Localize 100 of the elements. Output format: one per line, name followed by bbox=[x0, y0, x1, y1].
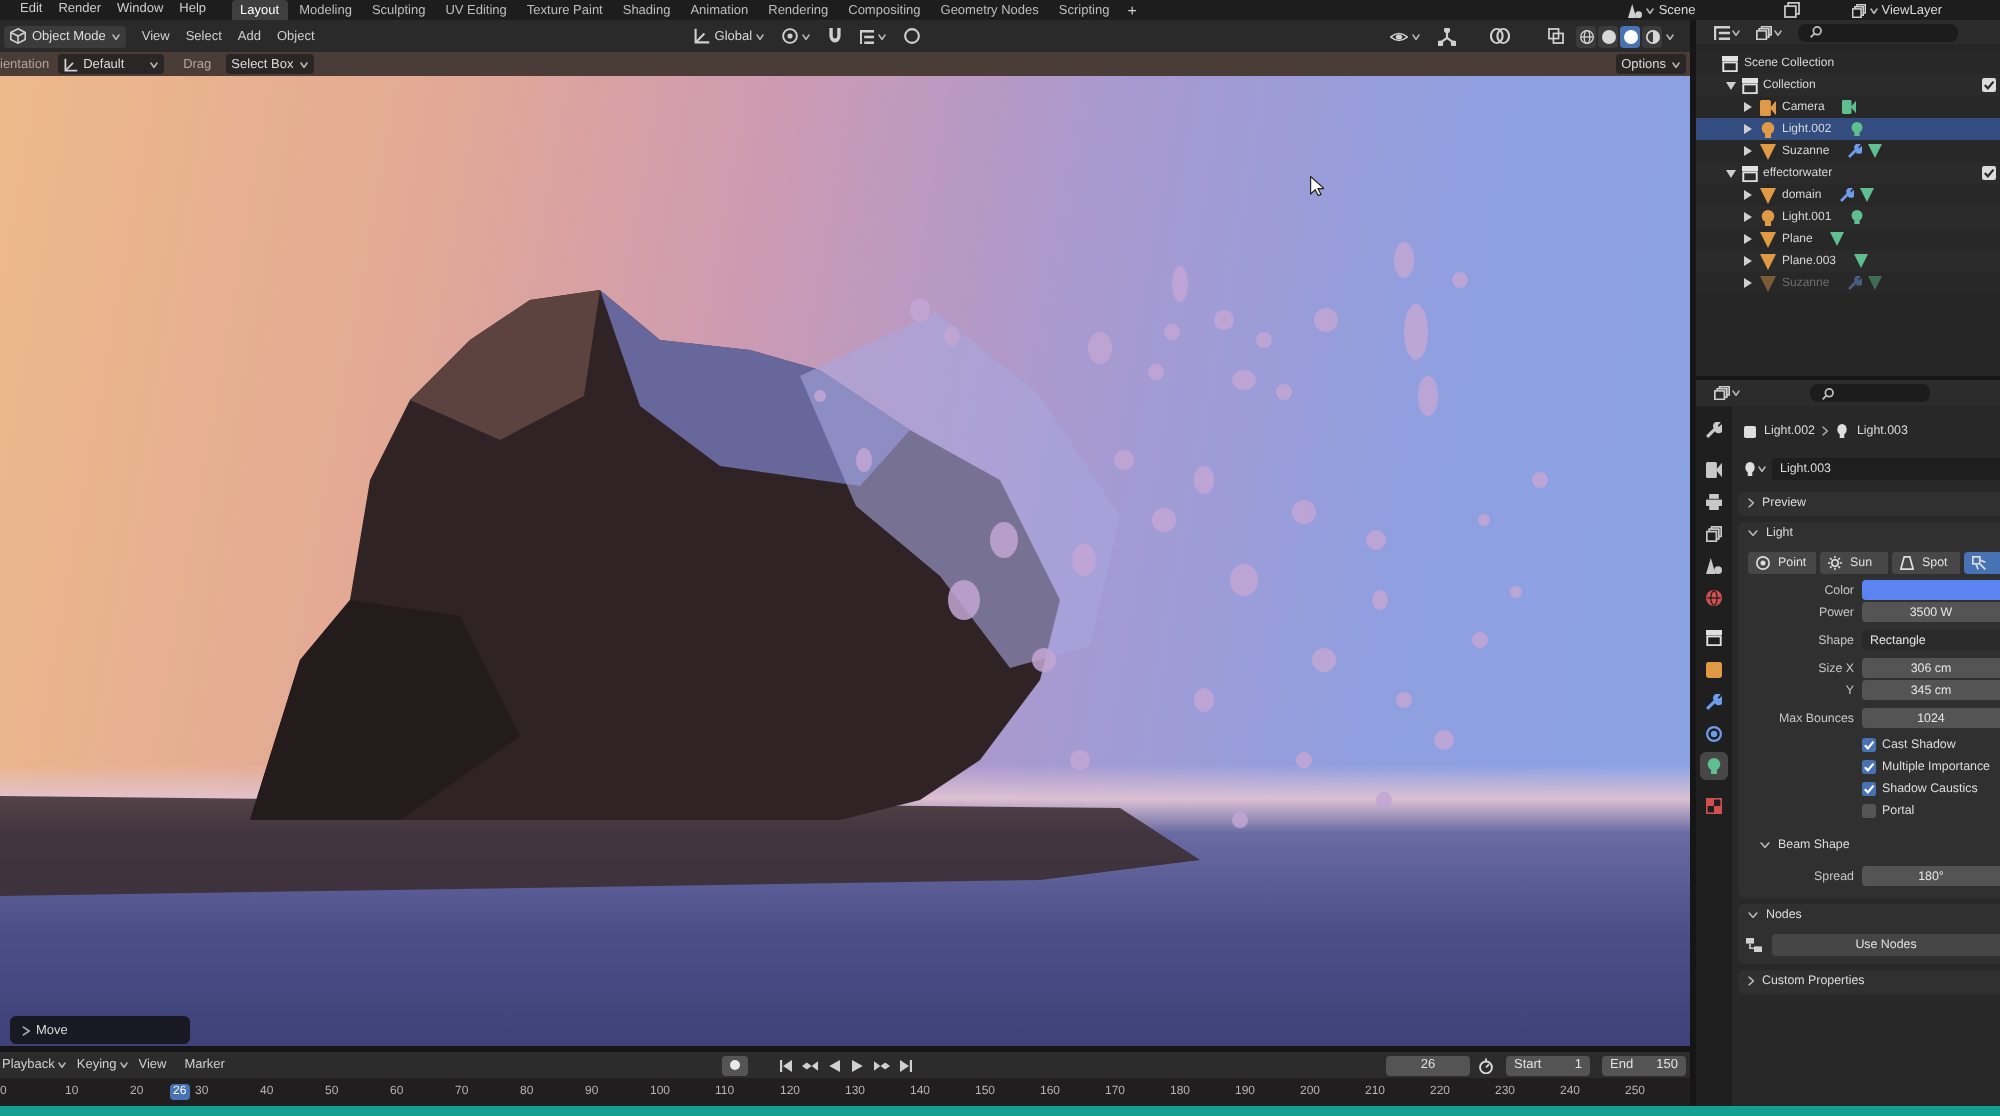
bulb-icon bbox=[1836, 424, 1849, 438]
record-icon bbox=[730, 1060, 741, 1070]
checkbox[interactable] bbox=[1862, 759, 1876, 773]
point-light-icon bbox=[1756, 556, 1770, 570]
shading-mode-button[interactable] bbox=[1642, 25, 1662, 47]
properties-tab[interactable] bbox=[1700, 416, 1728, 444]
caret-icon bbox=[756, 33, 765, 39]
gizmo-toggle[interactable] bbox=[1434, 25, 1460, 47]
overlays-toggle[interactable] bbox=[1486, 25, 1514, 47]
disclosure-triangle-icon[interactable] bbox=[1744, 212, 1752, 222]
record-button[interactable] bbox=[722, 1055, 749, 1075]
checkbox-icon[interactable] bbox=[1982, 166, 1996, 180]
caret-icon bbox=[1646, 7, 1655, 13]
properties-tab[interactable] bbox=[1700, 752, 1728, 780]
list-icon bbox=[1714, 25, 1730, 39]
disclosure-triangle-icon[interactable] bbox=[1725, 81, 1735, 89]
camera-icon bbox=[1760, 99, 1776, 115]
checkbox[interactable] bbox=[1862, 781, 1876, 795]
datablock-browse-button[interactable] bbox=[1744, 458, 1766, 480]
disclosure-triangle-icon[interactable] bbox=[1744, 102, 1752, 112]
skip-back-icon bbox=[779, 1059, 792, 1071]
checkbox-icon[interactable] bbox=[1982, 78, 1996, 92]
circle-icon bbox=[904, 28, 921, 44]
image-stack-icon bbox=[1851, 3, 1866, 17]
skip-forward-icon bbox=[899, 1059, 912, 1071]
jump-end-button[interactable] bbox=[896, 1055, 915, 1075]
shading-mode-button[interactable] bbox=[1576, 25, 1596, 47]
checkbox[interactable] bbox=[1862, 737, 1876, 751]
caret-icon bbox=[1412, 33, 1420, 39]
xray-toggle[interactable] bbox=[1544, 25, 1568, 47]
pivot-dropdown[interactable] bbox=[778, 25, 815, 47]
play-button[interactable] bbox=[848, 1055, 867, 1075]
light-type-button[interactable] bbox=[1964, 552, 2000, 574]
triangle-icon bbox=[1859, 188, 1874, 202]
wrench-icon bbox=[1706, 422, 1722, 438]
overlapping-circles-icon bbox=[1490, 28, 1510, 44]
square-icon bbox=[1744, 425, 1756, 437]
search-field[interactable] bbox=[1810, 384, 1930, 402]
shading-mode-button[interactable] bbox=[1620, 25, 1640, 47]
add-workspace-button[interactable]: + bbox=[1121, 0, 1143, 20]
printer-icon bbox=[1706, 494, 1722, 510]
square-icon bbox=[1706, 662, 1722, 678]
search-icon bbox=[1810, 26, 1822, 38]
bulb-icon bbox=[1706, 758, 1722, 774]
cube-icon bbox=[10, 28, 26, 44]
half-sphere-icon bbox=[1645, 29, 1659, 43]
caret-icon bbox=[1869, 7, 1878, 13]
jump-start-button[interactable] bbox=[776, 1055, 795, 1075]
chevron-right-icon bbox=[1822, 426, 1829, 436]
disclosure-triangle-icon[interactable] bbox=[1744, 190, 1752, 200]
properties-tab[interactable] bbox=[1700, 456, 1728, 484]
disclosure-triangle-icon[interactable] bbox=[1725, 169, 1735, 177]
filter-dropdown[interactable] bbox=[1756, 25, 1782, 39]
properties-tab[interactable] bbox=[1700, 624, 1728, 652]
bulb-icon bbox=[1744, 462, 1756, 476]
bulb-icon bbox=[1849, 210, 1864, 224]
bulb-icon bbox=[1760, 209, 1776, 225]
node-icon bbox=[1746, 938, 1762, 952]
caret-icon bbox=[878, 33, 887, 39]
sphere-icon bbox=[1601, 29, 1615, 43]
duplicate-icon bbox=[1783, 2, 1800, 18]
properties-tab[interactable] bbox=[1700, 488, 1728, 516]
axis-arrows-icon bbox=[1438, 27, 1456, 45]
magnet-icon bbox=[828, 28, 843, 44]
caret-icon bbox=[1758, 466, 1766, 472]
disclosure-triangle-icon[interactable] bbox=[1744, 256, 1752, 266]
shading-mode-button[interactable] bbox=[1598, 25, 1618, 47]
play-reverse-button[interactable] bbox=[824, 1055, 843, 1075]
properties-tab[interactable] bbox=[1700, 656, 1728, 684]
axes-icon bbox=[63, 57, 78, 71]
disclosure-triangle-icon[interactable] bbox=[1744, 146, 1752, 156]
globe-icon bbox=[1706, 590, 1722, 606]
checkbox[interactable] bbox=[1862, 803, 1876, 817]
proportional-toggle[interactable] bbox=[900, 25, 925, 47]
snap-dropdown[interactable] bbox=[856, 25, 891, 47]
orbit-icon bbox=[1706, 726, 1722, 742]
caret-icon bbox=[111, 33, 120, 39]
checker-icon bbox=[1706, 798, 1722, 814]
image-stack-icon bbox=[1756, 25, 1772, 39]
disclosure-triangle-icon[interactable] bbox=[1744, 124, 1752, 134]
preview-range-toggle[interactable] bbox=[1478, 1057, 1494, 1073]
properties-tab[interactable] bbox=[1700, 520, 1728, 548]
properties-tab[interactable] bbox=[1700, 720, 1728, 748]
caret-icon bbox=[1732, 29, 1740, 35]
disclosure-triangle-icon[interactable] bbox=[1744, 234, 1752, 244]
color-swatch[interactable] bbox=[1862, 580, 2000, 600]
play-reverse-icon bbox=[827, 1059, 840, 1071]
triangle-icon bbox=[1760, 143, 1776, 159]
list-icon bbox=[860, 29, 875, 43]
camera-icon bbox=[1706, 462, 1722, 478]
snap-toggle[interactable] bbox=[824, 25, 847, 47]
caret-icon bbox=[1732, 390, 1740, 396]
search-field[interactable] bbox=[1798, 23, 1958, 41]
caret-icon bbox=[1672, 61, 1680, 67]
editor-type-dropdown[interactable] bbox=[1714, 386, 1740, 400]
display-mode-dropdown[interactable] bbox=[1714, 25, 1740, 39]
properties-tab[interactable] bbox=[1700, 688, 1728, 716]
disclosure-triangle-icon[interactable] bbox=[1744, 278, 1752, 288]
area-light-icon bbox=[1972, 556, 1986, 570]
new-scene-button[interactable] bbox=[1783, 2, 1800, 18]
